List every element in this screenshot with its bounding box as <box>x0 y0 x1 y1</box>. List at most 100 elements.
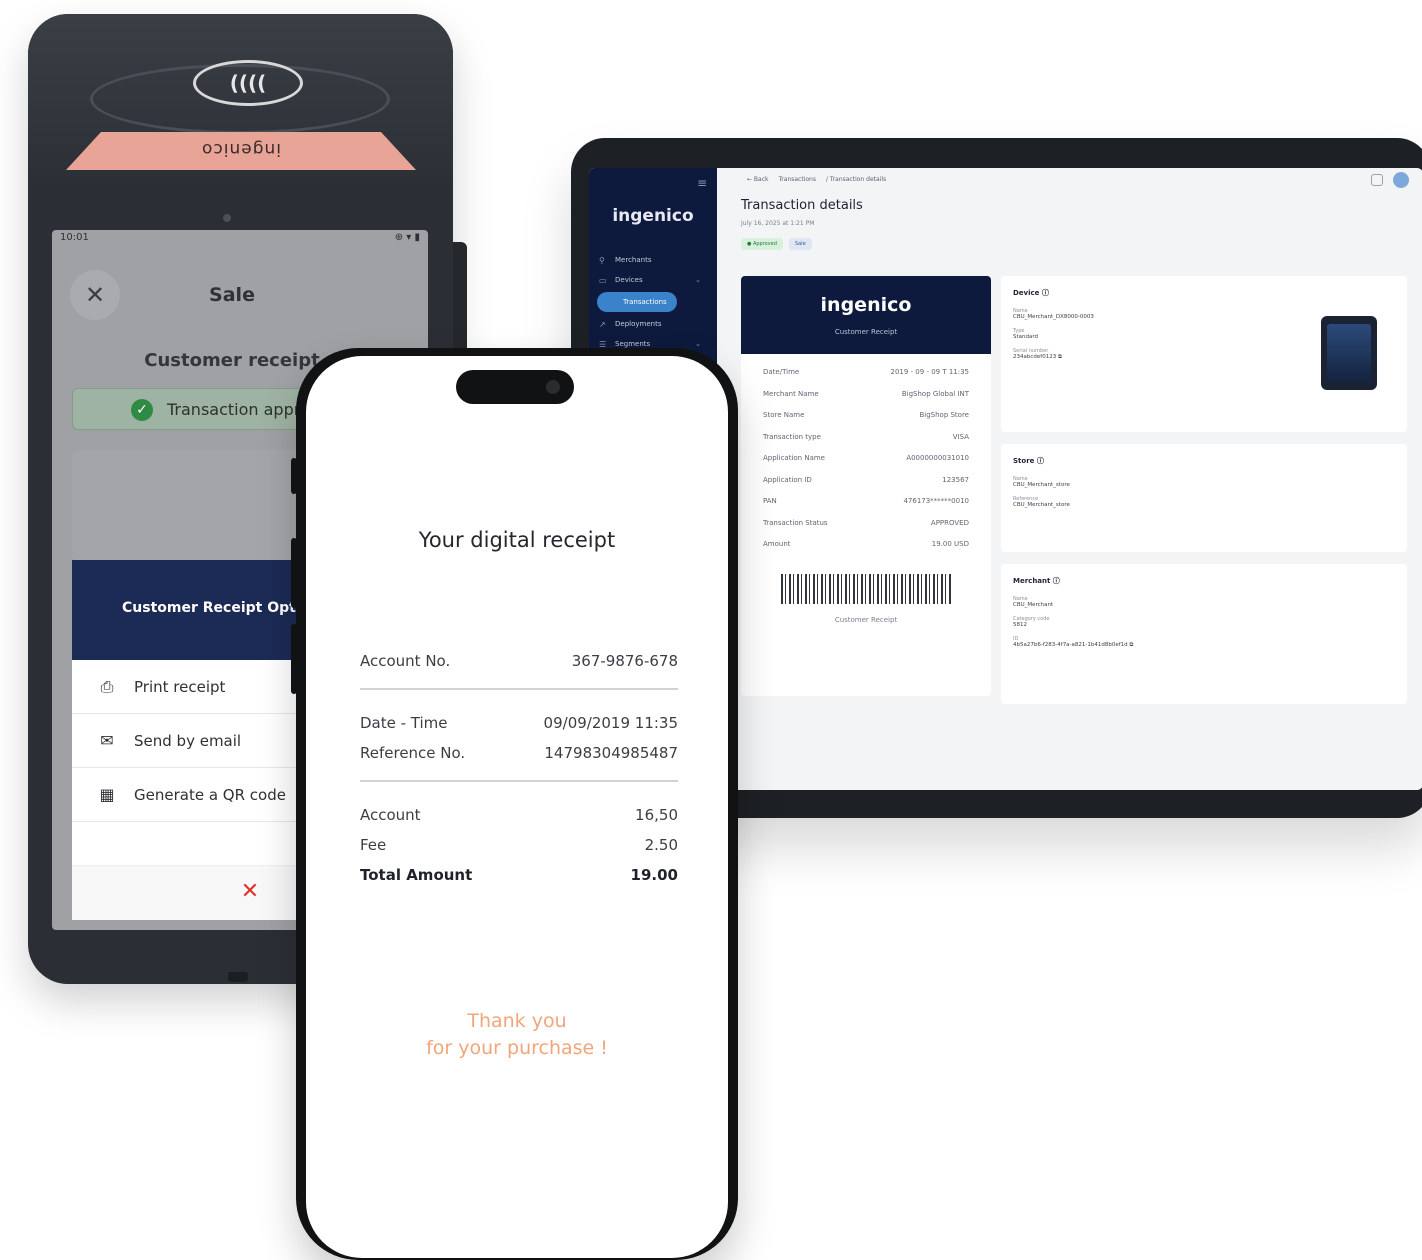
row-label: Account <box>360 806 421 824</box>
back-link[interactable]: ← Back <box>747 176 769 183</box>
sidebar-item-transactions[interactable]: Transactions <box>597 292 677 312</box>
thank-you-line: for your purchase ! <box>426 1037 608 1059</box>
contactless-icon: (((( <box>193 60 303 106</box>
divider <box>360 688 678 690</box>
fee-row: Fee 2.50 <box>360 830 678 860</box>
printer-band: ingenico <box>66 132 416 170</box>
pos-top-housing: (((( ingenico <box>28 14 453 184</box>
volume-up-button <box>291 538 297 608</box>
receipt-card: ingenico Customer Receipt Date/Time 2019 … <box>741 276 991 696</box>
row-label: Date - Time <box>360 714 448 732</box>
field-value: CBU_Merchant_store <box>1013 482 1070 488</box>
volume-down-button <box>291 624 297 694</box>
camera-icon <box>546 380 560 394</box>
device-panel: Device ⓘ Name CBU_Merchant_DX8000-0003 T… <box>1001 276 1407 432</box>
envelope-icon: ✉ <box>100 730 114 750</box>
check-icon: ✓ <box>131 399 153 421</box>
top-icons <box>1371 172 1409 188</box>
main-content: ← Back Transactions / Transaction detail… <box>717 168 1422 790</box>
receipt-header: ingenico Customer Receipt <box>741 276 991 354</box>
status-badge: ● Approved <box>741 238 783 250</box>
panel-title: Merchant ⓘ <box>1013 577 1060 585</box>
row-value: 16,50 <box>635 806 678 824</box>
sidebar-item-label: Transactions <box>623 298 667 306</box>
device-image-screen <box>1327 324 1371 382</box>
receipt-row: Application Name A0000000031010 <box>763 454 969 462</box>
receipt-row: PAN 476173******0010 <box>763 497 969 505</box>
receipt-row: Merchant Name BigShop Global INT <box>763 389 969 398</box>
sidebar-item-deployments[interactable]: ↗ Deployments <box>589 314 717 334</box>
receipt-row: Amount 19.00 USD <box>763 540 969 548</box>
breadcrumb-transactions[interactable]: Transactions <box>779 176 816 183</box>
side-button <box>453 242 467 362</box>
devices-icon: ▭ <box>599 275 607 285</box>
thank-you-message: Thank you for your purchase ! <box>306 1008 728 1062</box>
reference-row: Reference No. 14798304985487 <box>360 738 678 768</box>
row-label: Account No. <box>360 652 451 670</box>
sidebar-nav: ⚲ Merchants ▭ Devices ⌄ Transactions ↗ D… <box>589 250 717 354</box>
sidebar-item-label: Merchants <box>615 256 652 264</box>
field-value: CBU_Merchant_store <box>1013 502 1070 508</box>
sidebar-item-devices[interactable]: ▭ Devices ⌄ <box>589 270 717 290</box>
field-value: 4b5a27b6-f283-4f7a-a821-1b41d8b0ef1d ⧉ <box>1013 642 1134 648</box>
menu-icon[interactable]: ≡ <box>697 176 707 190</box>
page-title: Sale <box>209 284 255 306</box>
pos-brand-logo: ingenico <box>201 139 281 159</box>
front-camera <box>223 214 231 222</box>
breadcrumb: ← Back Transactions / Transaction detail… <box>717 168 1422 190</box>
row-value: 19.00 <box>630 866 678 884</box>
option-label: Send by email <box>134 731 242 750</box>
notification-icon[interactable] <box>1371 174 1383 186</box>
phone-screen: Your digital receipt Account No. 367-987… <box>306 356 728 1258</box>
receipt-row: Transaction Status APPROVED <box>763 518 969 527</box>
row-value: 09/09/2019 11:35 <box>543 714 678 732</box>
sidebar-item-merchants[interactable]: ⚲ Merchants <box>589 250 717 270</box>
receipt-row: Transaction type VISA <box>763 432 969 441</box>
account-row: Account 16,50 <box>360 800 678 830</box>
receipt-rows: Date/Time 2019 - 09 - 09 T 11:35 Merchant… <box>741 354 991 562</box>
avatar[interactable] <box>1393 172 1409 188</box>
merchant-panel: Merchant ⓘ Name CBU_Merchant Category co… <box>1001 564 1407 704</box>
usb-port <box>228 972 248 982</box>
option-label: Print receipt <box>134 677 226 696</box>
date-time-row: Date - Time 09/09/2019 11:35 <box>360 708 678 738</box>
sidebar-logo: ingenico <box>612 206 694 226</box>
account-number-row: Account No. 367-9876-678 <box>360 646 678 676</box>
printer-icon: ⎙ <box>100 676 114 696</box>
merchants-icon: ⚲ <box>599 255 605 265</box>
chevron-down-icon: ⌄ <box>695 340 701 348</box>
row-value: 367-9876-678 <box>571 652 678 670</box>
chevron-down-icon: ⌄ <box>695 276 701 284</box>
qr-code-icon: ▦ <box>99 784 115 804</box>
status-time: 10:01 <box>60 232 89 243</box>
receipt-subtitle: Customer Receipt <box>834 328 898 336</box>
total-row: Total Amount 19.00 <box>360 860 678 890</box>
panel-title: Store ⓘ <box>1013 457 1044 465</box>
row-value: 14798304985487 <box>544 744 678 762</box>
thank-you-line: Thank you <box>467 1010 567 1032</box>
sidebar-item-label: Segments <box>615 340 651 348</box>
divider <box>360 780 678 782</box>
receipt-title: Your digital receipt <box>418 528 616 552</box>
sidebar-item-label: Deployments <box>615 320 662 328</box>
sidebar-item-label: Devices <box>615 276 643 284</box>
mute-switch <box>291 458 297 494</box>
row-label: Total Amount <box>360 866 473 884</box>
receipt-row: Store Name BigShop Store <box>763 411 969 419</box>
breadcrumb-current: / Transaction details <box>825 175 887 183</box>
receipt-row: Date/Time 2019 - 09 - 09 T 11:35 <box>763 368 969 376</box>
deployments-icon: ↗ <box>599 319 606 329</box>
status-bar: 10:01 ⊕ ▾ ▮ <box>52 230 428 252</box>
option-label: Generate a QR code <box>134 785 286 804</box>
panel-title: Device ⓘ <box>1013 289 1049 297</box>
store-panel: Store ⓘ Name CBU_Merchant_store Referenc… <box>1001 444 1407 552</box>
receipt-logo: ingenico <box>820 294 912 316</box>
row-label: Reference No. <box>360 744 466 762</box>
badges: ● Approved Sale <box>741 238 818 250</box>
barcode-icon <box>781 573 951 604</box>
page-title: Transaction details <box>741 198 863 213</box>
transaction-date: July 16, 2025 at 1:21 PM <box>741 220 815 227</box>
device-image <box>1321 316 1377 390</box>
field-value: 5812 <box>1013 622 1027 628</box>
row-value: 2.50 <box>644 836 678 854</box>
